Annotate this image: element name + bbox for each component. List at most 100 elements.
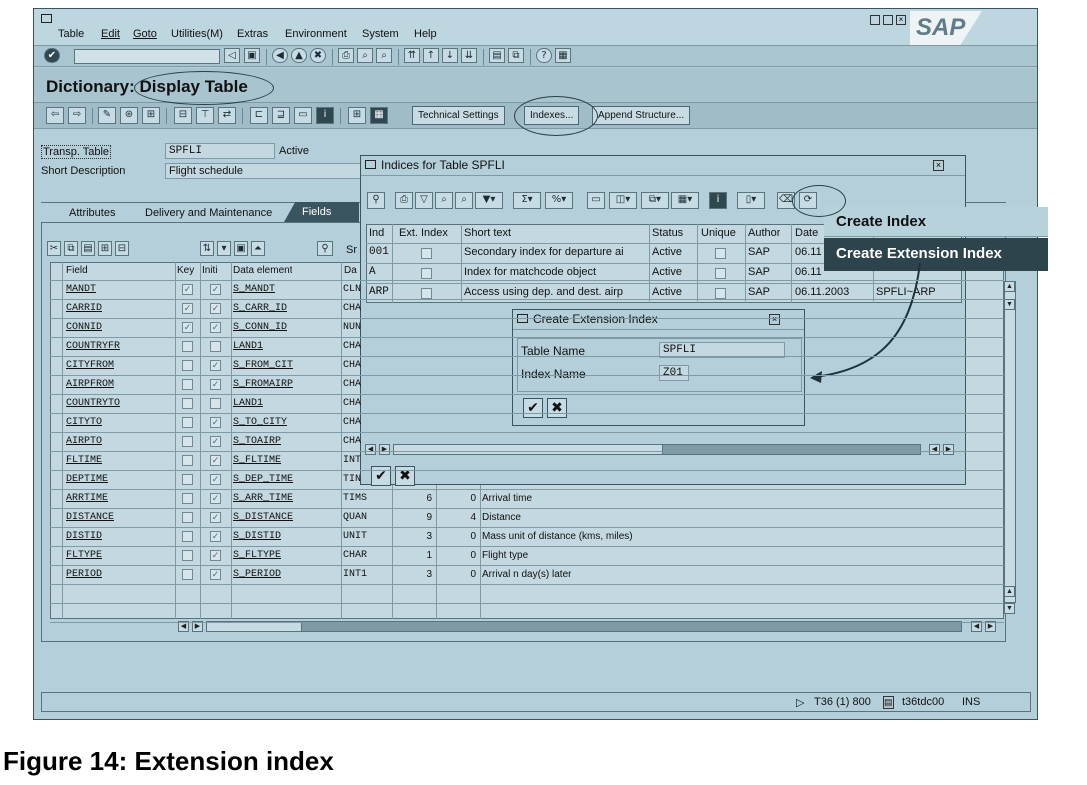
scroll-down-bottom-icon[interactable]: ▼: [1004, 603, 1015, 614]
key-checkbox[interactable]: ✓: [182, 322, 193, 333]
key-checkbox[interactable]: [182, 360, 193, 371]
ext-index-checkbox[interactable]: [421, 288, 432, 299]
object-list-icon[interactable]: ⊒: [272, 107, 290, 124]
back-arrow-icon[interactable]: ◁: [224, 48, 240, 63]
where-used-icon[interactable]: ⇄: [218, 107, 236, 124]
ext-index-checkbox[interactable]: [421, 268, 432, 279]
field-name[interactable]: FLTYPE: [66, 550, 102, 561]
initial-checkbox[interactable]: ✓: [210, 550, 221, 561]
export-icon[interactable]: ⧉▾: [641, 192, 669, 209]
data-element-link[interactable]: LAND1: [233, 398, 263, 409]
idx-scroll-left-icon[interactable]: ◀: [365, 444, 376, 455]
key-checkbox[interactable]: [182, 417, 193, 428]
field-name[interactable]: AIRPFROM: [66, 379, 114, 390]
filter-list-icon[interactable]: ▽: [415, 192, 433, 209]
indices-close-icon[interactable]: ×: [933, 160, 944, 171]
activate-icon[interactable]: ⊟: [174, 107, 192, 124]
col-author[interactable]: Author: [748, 227, 780, 239]
data-element-link[interactable]: S_TOAIRP: [233, 436, 281, 447]
details-view-icon[interactable]: ⚲: [367, 192, 385, 209]
key-checkbox[interactable]: [182, 398, 193, 409]
print-list-icon[interactable]: ⎙: [395, 192, 413, 209]
dialog-menu-icon[interactable]: [365, 160, 376, 169]
menu-help[interactable]: Help: [414, 28, 437, 40]
col-data-type[interactable]: Da: [344, 265, 357, 276]
col-short-text[interactable]: Short text: [464, 227, 511, 239]
table-contents-icon[interactable]: ▦: [370, 107, 388, 124]
test-icon[interactable]: ⊤: [196, 107, 214, 124]
exit-icon[interactable]: ▲: [291, 48, 307, 63]
window-menu-icon[interactable]: [41, 14, 52, 23]
col-ind[interactable]: Ind: [369, 227, 384, 239]
menu-environment[interactable]: Environment: [285, 28, 347, 40]
tab-attributes[interactable]: Attributes: [69, 207, 115, 219]
shortcut-icon[interactable]: ⧉: [508, 48, 524, 63]
layout-menu-icon[interactable]: ▦: [555, 48, 571, 63]
help-icon[interactable]: ?: [536, 48, 552, 63]
initial-checkbox[interactable]: ✓: [210, 493, 221, 504]
close-window-icon[interactable]: ×: [896, 15, 906, 25]
ext-index-name-field[interactable]: Z01: [659, 365, 689, 381]
data-element-link[interactable]: S_FROM_CIT: [233, 360, 293, 371]
up-icon[interactable]: ⏶: [251, 241, 265, 256]
sum-icon[interactable]: Σ▾: [513, 192, 541, 209]
fields-vertical-scrollbar[interactable]: [1004, 281, 1016, 603]
field-name[interactable]: CARRID: [66, 303, 102, 314]
find-icon[interactable]: ⌕: [357, 48, 373, 63]
col-data-element[interactable]: Data element: [233, 265, 292, 276]
initial-checkbox[interactable]: ✓: [210, 569, 221, 580]
initial-checkbox[interactable]: [210, 398, 221, 409]
data-element-link[interactable]: S_ARR_TIME: [233, 493, 293, 504]
menu-goto[interactable]: Goto: [133, 28, 157, 40]
maximize-icon[interactable]: [883, 15, 893, 25]
views-icon[interactable]: ◫▾: [609, 192, 637, 209]
ext-cancel-button[interactable]: ✖: [547, 398, 567, 418]
data-element-link[interactable]: S_CONN_ID: [233, 322, 287, 333]
field-name[interactable]: PERIOD: [66, 569, 102, 580]
col-initial[interactable]: Initi: [202, 265, 218, 276]
col-ext-index[interactable]: Ext. Index: [399, 227, 448, 239]
key-checkbox[interactable]: [182, 493, 193, 504]
col-field[interactable]: Field: [66, 265, 88, 276]
field-name[interactable]: AIRPTO: [66, 436, 102, 447]
command-field[interactable]: [74, 49, 220, 64]
initial-checkbox[interactable]: ✓: [210, 455, 221, 466]
info-list-icon[interactable]: i: [709, 192, 727, 209]
initial-checkbox[interactable]: ✓: [210, 417, 221, 428]
col-key[interactable]: Key: [177, 265, 194, 276]
initial-checkbox[interactable]: ✓: [210, 322, 221, 333]
menu-edit[interactable]: Edit: [101, 28, 120, 40]
print-icon[interactable]: ⎙: [338, 48, 354, 63]
field-name[interactable]: ARRTIME: [66, 493, 108, 504]
data-element-link[interactable]: S_MANDT: [233, 284, 275, 295]
technical-settings-button[interactable]: Technical Settings: [412, 106, 505, 125]
last-page-icon[interactable]: ⇊: [461, 48, 477, 63]
key-checkbox[interactable]: ✓: [182, 303, 193, 314]
cancel-icon[interactable]: ✖: [310, 48, 326, 63]
idx-scroll-right2-icon[interactable]: ▶: [943, 444, 954, 455]
sort-icon[interactable]: ⇅: [200, 241, 214, 256]
minimize-icon[interactable]: [870, 15, 880, 25]
layout-icon[interactable]: ▦▾: [671, 192, 699, 209]
col-status[interactable]: Status: [652, 227, 683, 239]
key-checkbox[interactable]: [182, 531, 193, 542]
display-object-icon[interactable]: ▭: [294, 107, 312, 124]
field-name[interactable]: COUNTRYTO: [66, 398, 120, 409]
initial-checkbox[interactable]: ✓: [210, 474, 221, 485]
menu-extras[interactable]: Extras: [237, 28, 268, 40]
ext-dialog-close-icon[interactable]: ×: [769, 314, 780, 325]
initial-checkbox[interactable]: ✓: [210, 284, 221, 295]
data-element-link[interactable]: S_FROMAIRP: [233, 379, 293, 390]
idx-scroll-right-icon[interactable]: ▶: [379, 444, 390, 455]
find-next-list-icon[interactable]: ⌕: [455, 192, 473, 209]
back-arrow-left-icon[interactable]: ⇦: [46, 107, 64, 124]
field-name[interactable]: CONNID: [66, 322, 102, 333]
field-name[interactable]: CITYFROM: [66, 360, 114, 371]
new-session-icon[interactable]: ▤: [489, 48, 505, 63]
details-icon[interactable]: ▣: [234, 241, 248, 256]
subtotal-icon[interactable]: %▾: [545, 192, 573, 209]
save-icon[interactable]: ▣: [244, 48, 260, 63]
cut-icon[interactable]: ✂: [47, 241, 61, 256]
contents-icon[interactable]: ⊞: [348, 107, 366, 124]
insert-row-icon[interactable]: ⊞: [98, 241, 112, 256]
